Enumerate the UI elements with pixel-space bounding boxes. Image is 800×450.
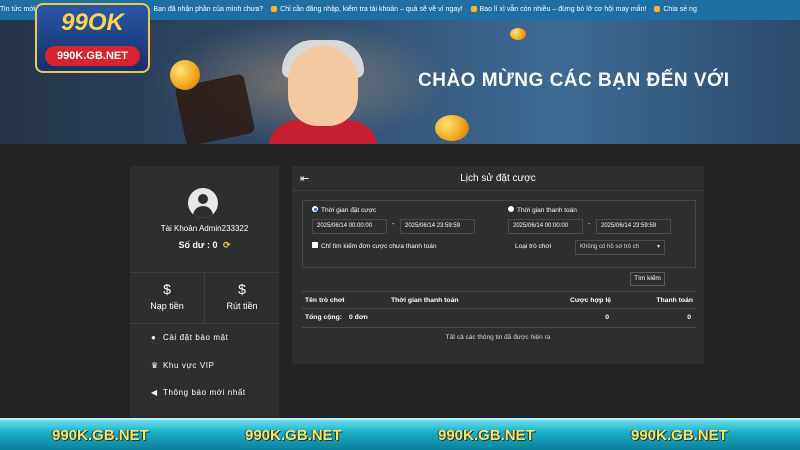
menu-item-security[interactable]: ● Cài đặt bảo mật (151, 333, 228, 342)
total-label: Tổng cộng: (305, 314, 342, 321)
filter-form: Thời gian đặt cược Thời gian thanh toán … (302, 200, 696, 268)
table-header: Tên trò chơi Thời gian thanh toán Cược h… (302, 291, 696, 309)
site-logo[interactable]: 99OK 990K.GB.NET (35, 3, 150, 73)
ticker-item: Bạn đã nhận phần của mình chưa? (153, 6, 264, 13)
logo-url: 990K.GB.NET (45, 46, 140, 66)
balance-label: Số dư : (178, 240, 210, 250)
ticker-item: Bao lì xì vẫn còn nhiều – đừng bỏ lỡ cơ … (479, 6, 647, 13)
ticker-item: Chia sẻ ng (663, 6, 697, 13)
avatar-icon (188, 188, 218, 218)
megaphone-icon: ◀ (151, 388, 158, 397)
withdraw-button[interactable]: $ Rút tiền (205, 273, 279, 323)
footer-brand: 990K.GB.NET (438, 427, 535, 444)
unpaid-only-checkbox[interactable]: Chỉ tìm kiếm đơn cược chưa thanh toán (312, 242, 437, 250)
user-lock-icon: ● (151, 333, 157, 342)
deposit-button[interactable]: $ Nạp tiền (130, 273, 204, 323)
account-name: Tài Khoản Admin233322 (160, 224, 249, 233)
crown-icon: ♛ (151, 361, 159, 370)
bet-history-panel: ⇤ Lịch sử đặt cược Thời gian đặt cược Th… (292, 166, 704, 364)
bet-time-from-input[interactable]: 2025/06/14 00:00:00 (312, 219, 387, 234)
chevron-down-icon: ▾ (656, 244, 660, 250)
menu-label: Thông báo mới nhất (163, 388, 246, 397)
game-type-select[interactable]: Không có hồ sơ trò ch ▾ (575, 240, 665, 255)
divider (204, 273, 205, 323)
total-payout: 0 (687, 314, 691, 321)
panel-header: ⇤ Lịch sử đặt cược (292, 166, 704, 191)
column-header: Thanh toán (656, 297, 693, 304)
unpaid-only-label: Chỉ tìm kiếm đơn cược chưa thanh toán (321, 243, 437, 250)
menu-label: Khu vực VIP (163, 361, 215, 370)
panel-title: Lịch sử đặt cược (460, 173, 536, 184)
deposit-icon: $ (163, 281, 171, 297)
radio-icon (508, 206, 514, 213)
bet-time-label: Thời gian đặt cược (321, 207, 377, 214)
refresh-icon[interactable]: ⟳ (223, 240, 231, 250)
search-button[interactable]: Tìm kiếm (630, 272, 665, 286)
logo-brand: 99OK (61, 9, 124, 36)
ticker-item: Tin tức mới (0, 6, 36, 13)
menu-item-vip[interactable]: ♛ Khu vực VIP (151, 361, 215, 370)
gift-icon (271, 6, 278, 13)
ticker-item: Chỉ cần đăng nhập, kiểm tra tài khoản – … (280, 6, 463, 13)
results-note: Tất cả các thông tin đã được hiện ra (445, 334, 551, 341)
coin-icon (170, 60, 200, 90)
footer-brand: 990K.GB.NET (52, 427, 149, 444)
checkbox-icon (312, 242, 318, 249)
footer-bar: 990K.GB.NET 990K.GB.NET 990K.GB.NET 990K… (0, 418, 800, 450)
column-header: Cược hợp lệ (569, 297, 611, 304)
radio-icon (312, 206, 318, 213)
game-type-label: Loại trò chơi (515, 243, 552, 250)
bet-time-radio[interactable]: Thời gian đặt cược (312, 206, 377, 214)
deposit-label: Nạp tiền (150, 301, 184, 311)
balance-value: 0 (212, 240, 218, 250)
pay-time-to-input[interactable]: 2025/06/14 23:59:59 (596, 219, 671, 234)
column-header: Tên trò chơi (305, 297, 345, 304)
bet-time-to-input[interactable]: 2025/06/14 23:59:59 (400, 219, 475, 234)
range-dash: - (588, 221, 591, 228)
footer-brand: 990K.GB.NET (631, 427, 728, 444)
welcome-text: CHÀO MỪNG CÁC BẠN ĐẾN VỚI (418, 70, 730, 91)
pay-time-from-input[interactable]: 2025/06/14 00:00:00 (508, 219, 583, 234)
range-dash: - (392, 221, 395, 228)
column-header: Thời gian thanh toán (391, 297, 459, 304)
gift-icon (470, 6, 477, 13)
menu-item-news[interactable]: ◀ Thông báo mới nhất (151, 388, 246, 397)
withdraw-label: Rút tiền (226, 301, 258, 311)
total-valid-bets: 0 (605, 314, 609, 321)
coin-icon (510, 28, 526, 40)
table-row: Tổng cộng: 0 đơn 0 0 (302, 309, 696, 328)
pay-time-radio[interactable]: Thời gian thanh toán (508, 206, 577, 214)
account-sidebar: Tài Khoản Admin233322 Số dư : 0 ⟳ $ Nạp … (130, 166, 279, 418)
footer-brand: 990K.GB.NET (245, 427, 342, 444)
gift-icon (654, 6, 661, 13)
total-orders: 0 đơn (349, 314, 368, 321)
menu-label: Cài đặt bảo mật (163, 333, 229, 342)
coin-icon (435, 115, 469, 141)
withdraw-icon: $ (238, 281, 246, 297)
game-type-value: Không có hồ sơ trò ch (580, 244, 639, 250)
mascot-image (288, 46, 358, 126)
balance-display: Số dư : 0 ⟳ (130, 240, 279, 251)
pay-time-label: Thời gian thanh toán (517, 207, 577, 214)
divider (130, 323, 279, 324)
